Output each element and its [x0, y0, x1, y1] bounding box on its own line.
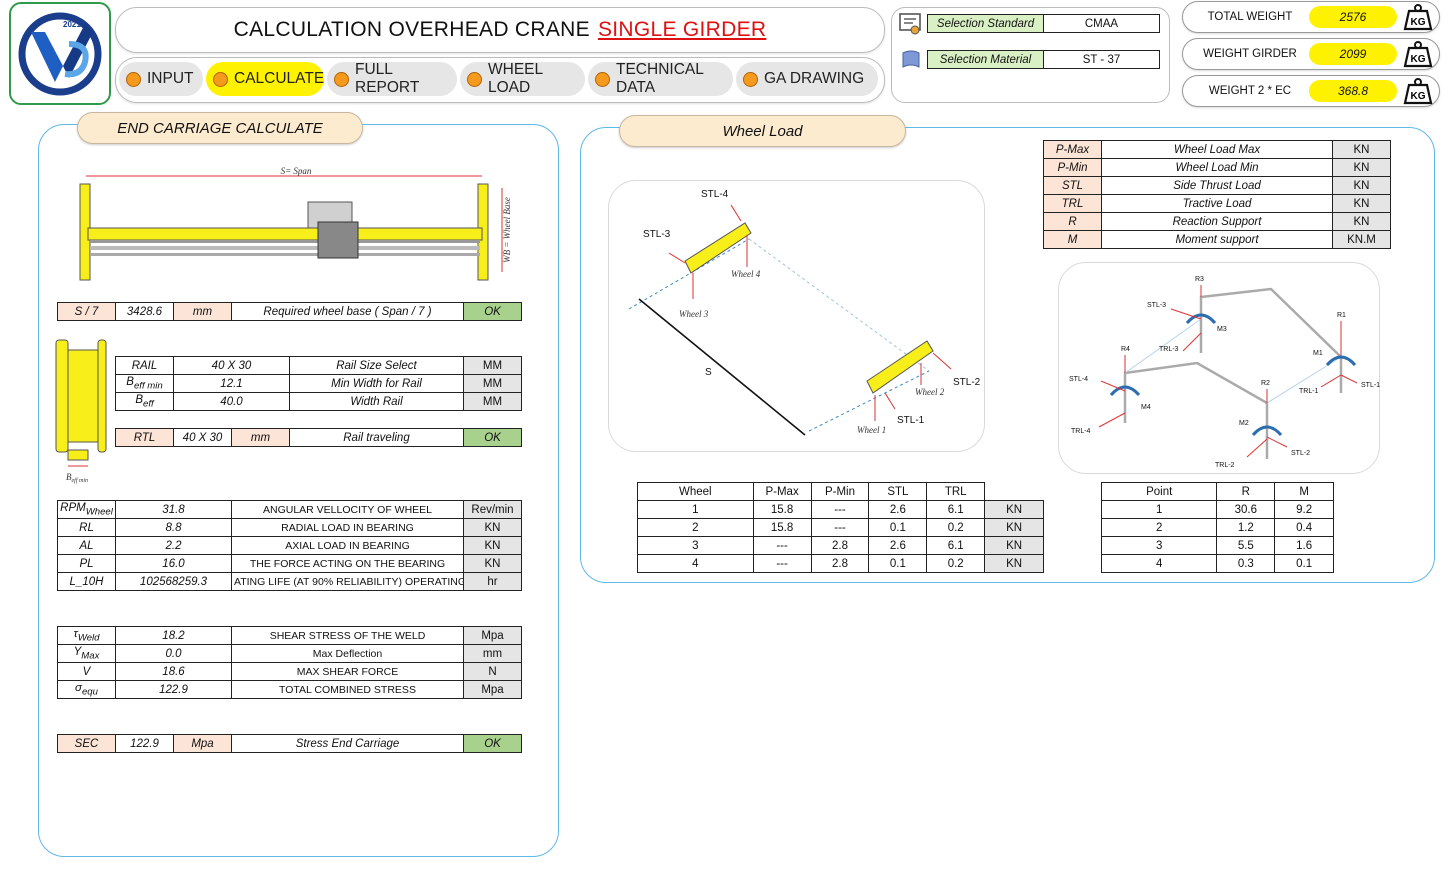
wheelbase-table: S / 7 3428.6 mm Required wheel base ( Sp…	[57, 302, 522, 321]
wheelbase-status: OK	[463, 302, 522, 321]
table-row: 2 1.2 0.4	[1100, 518, 1334, 537]
nav-full-report-button[interactable]: FULL REPORT	[327, 61, 457, 96]
svg-text:KG: KG	[1411, 54, 1426, 65]
orange-dot-icon	[467, 71, 482, 87]
weight-girder-label: WEIGHT GIRDER	[1203, 48, 1297, 60]
weight-ec-pill: WEIGHT 2 * EC 368.8 KG	[1182, 75, 1440, 107]
wheel-load-title: Wheel Load	[619, 115, 906, 147]
orange-dot-icon	[213, 71, 228, 87]
wheel-load-table: Wheel P-Max P-Min STL TRL 1 15.8 --- 2.6 6.1…	[637, 482, 1044, 573]
table-row: 1 15.8 --- 2.6 6.1 KN	[637, 500, 1044, 519]
rail-table: RAIL 40 X 30 Rail Size Select MM Beff min 12…	[115, 356, 522, 411]
beff-min-label: Beff min	[66, 472, 88, 484]
stl4-label: STL-4	[701, 189, 729, 200]
m4-label: M4	[1141, 404, 1151, 411]
stl2-label: STL-2	[953, 377, 981, 388]
weight-ec-value: 368.8	[1309, 80, 1397, 102]
weight-ec-label: WEIGHT 2 * EC	[1208, 85, 1292, 97]
kg-weight-icon: KG	[1403, 78, 1433, 105]
kg-weight-icon: KG	[1403, 41, 1433, 68]
svg-text:KG: KG	[1411, 91, 1426, 102]
sec-table: SEC 122.9 Mpa Stress End Carriage OK	[57, 734, 522, 753]
nav-input-button[interactable]: INPUT	[119, 62, 203, 96]
nav-calculate-button[interactable]: CALCULATE	[206, 62, 324, 96]
material-icon	[902, 50, 920, 68]
table-row: 2 15.8 --- 0.1 0.2 KN	[637, 518, 1044, 537]
orange-dot-icon	[334, 71, 349, 87]
trl1-label: TRL-1	[1299, 388, 1319, 395]
selection-material-value: ST - 37	[1082, 53, 1121, 66]
wheel-load-diagram: S STL-4 STL-3 Wheel 4 Wheel 3 STL-2 Whee…	[608, 180, 985, 452]
logo-year: 2021	[63, 20, 81, 29]
reaction-point-table: Point R M 1 30.6 9.2 2 1.2 0.4 3 5.5 1.6 4 0.3 0.1	[1100, 482, 1334, 573]
orange-dot-icon	[743, 71, 758, 87]
trl2-label: TRL-2	[1215, 462, 1235, 469]
kg-weight-icon: KG	[1403, 4, 1433, 31]
wheelbase-desc: Required wheel base ( Span / 7 )	[231, 302, 464, 321]
svg-text:KG: KG	[1411, 17, 1426, 28]
r2-label: R2	[1261, 380, 1270, 387]
reaction-support-diagram: R3 R1 R4 R2 M3 M1 M4 M2 STL-3 TRL-3 STL-…	[1058, 262, 1380, 474]
bearing-table: RPMWheel 31.8 ANGULAR VELLOCITY OF WHEEL Re…	[57, 500, 522, 591]
selection-material[interactable]: Selection Material ST - 37	[927, 50, 1160, 69]
wheelbase-sym: S / 7	[57, 302, 116, 321]
table-row: 4 0.3 0.1	[1100, 554, 1334, 573]
certificate-icon	[899, 13, 921, 35]
total-weight-value: 2576	[1309, 6, 1397, 28]
span-label: S= Span	[281, 166, 312, 176]
page-title: CALCULATION OVERHEAD CRANE SINGLE GIRDER	[233, 18, 767, 41]
m3-label: M3	[1217, 326, 1227, 333]
nav-technical-data-button[interactable]: TECHNICAL DATA	[588, 61, 733, 96]
m2-label: M2	[1239, 420, 1249, 427]
logo-icon: 2021	[18, 12, 102, 96]
weight-girder-value: 2099	[1309, 43, 1397, 65]
nav-wheel-load-button[interactable]: WHEEL LOAD	[460, 61, 585, 96]
wheel3-label: Wheel 3	[679, 309, 709, 319]
rtl-table: RTL 40 X 30 mm Rail traveling OK	[115, 428, 522, 447]
m1-label: M1	[1313, 350, 1323, 357]
wheelbase-value: 3428.6	[115, 302, 174, 321]
crane-type: SINGLE GIRDER	[597, 18, 767, 41]
stl2-label: STL-2	[1291, 450, 1310, 457]
wheelbase-unit: mm	[173, 302, 232, 321]
r3-label: R3	[1195, 276, 1204, 283]
stl3-label: STL-3	[1147, 302, 1166, 309]
nav-ga-drawing-button[interactable]: GA DRAWING	[736, 62, 878, 96]
orange-dot-icon	[126, 71, 141, 87]
table-row: 3 5.5 1.6	[1100, 536, 1334, 555]
total-weight-pill: TOTAL WEIGHT 2576 KG	[1182, 1, 1440, 33]
stl3-label: STL-3	[643, 229, 671, 240]
stl1-label: STL-1	[1361, 382, 1380, 389]
selection-standard-value: CMAA	[1084, 17, 1119, 30]
stl4-label: STL-4	[1069, 376, 1088, 383]
wheel-drawing: Beff min	[55, 339, 107, 484]
r4-label: R4	[1121, 346, 1130, 353]
orange-dot-icon	[595, 71, 610, 87]
stress-table: τWeld 18.2 SHEAR STRESS OF THE WELD Mpa YMa…	[57, 626, 522, 699]
table-row: 4 --- 2.8 0.1 0.2 KN	[637, 554, 1044, 573]
selection-material-label: Selection Material	[928, 51, 1044, 68]
trl3-label: TRL-3	[1159, 346, 1179, 353]
selection-standard[interactable]: Selection Standard CMAA	[927, 14, 1160, 33]
wheel1-label: Wheel 1	[857, 425, 886, 435]
wheel4-label: Wheel 4	[731, 269, 761, 279]
table-row: 1 30.6 9.2	[1100, 500, 1334, 519]
span-s-label: S	[705, 367, 712, 378]
stl1-label: STL-1	[897, 415, 925, 426]
r1-label: R1	[1337, 312, 1346, 319]
weight-girder-pill: WEIGHT GIRDER 2099 KG	[1182, 38, 1440, 70]
table-row: 3 --- 2.8 2.6 6.1 KN	[637, 536, 1044, 555]
wheel-base-label: WB = Wheel Base	[502, 197, 512, 263]
wheel-load-legend: P-Max Wheel Load Max KN P-Min Wheel Load Mi…	[1043, 140, 1391, 249]
end-carriage-drawing: S= Span WB = Wheel Base	[79, 166, 512, 281]
wheel2-label: Wheel 2	[915, 387, 945, 397]
end-carriage-title: END CARRIAGE CALCULATE	[77, 112, 363, 144]
selection-standard-label: Selection Standard	[928, 15, 1044, 32]
app-logo: 2021	[9, 2, 111, 105]
total-weight-label: TOTAL WEIGHT	[1207, 11, 1293, 23]
trl4-label: TRL-4	[1071, 428, 1091, 435]
title-bar: CALCULATION OVERHEAD CRANE SINGLE GIRDER	[115, 7, 885, 53]
